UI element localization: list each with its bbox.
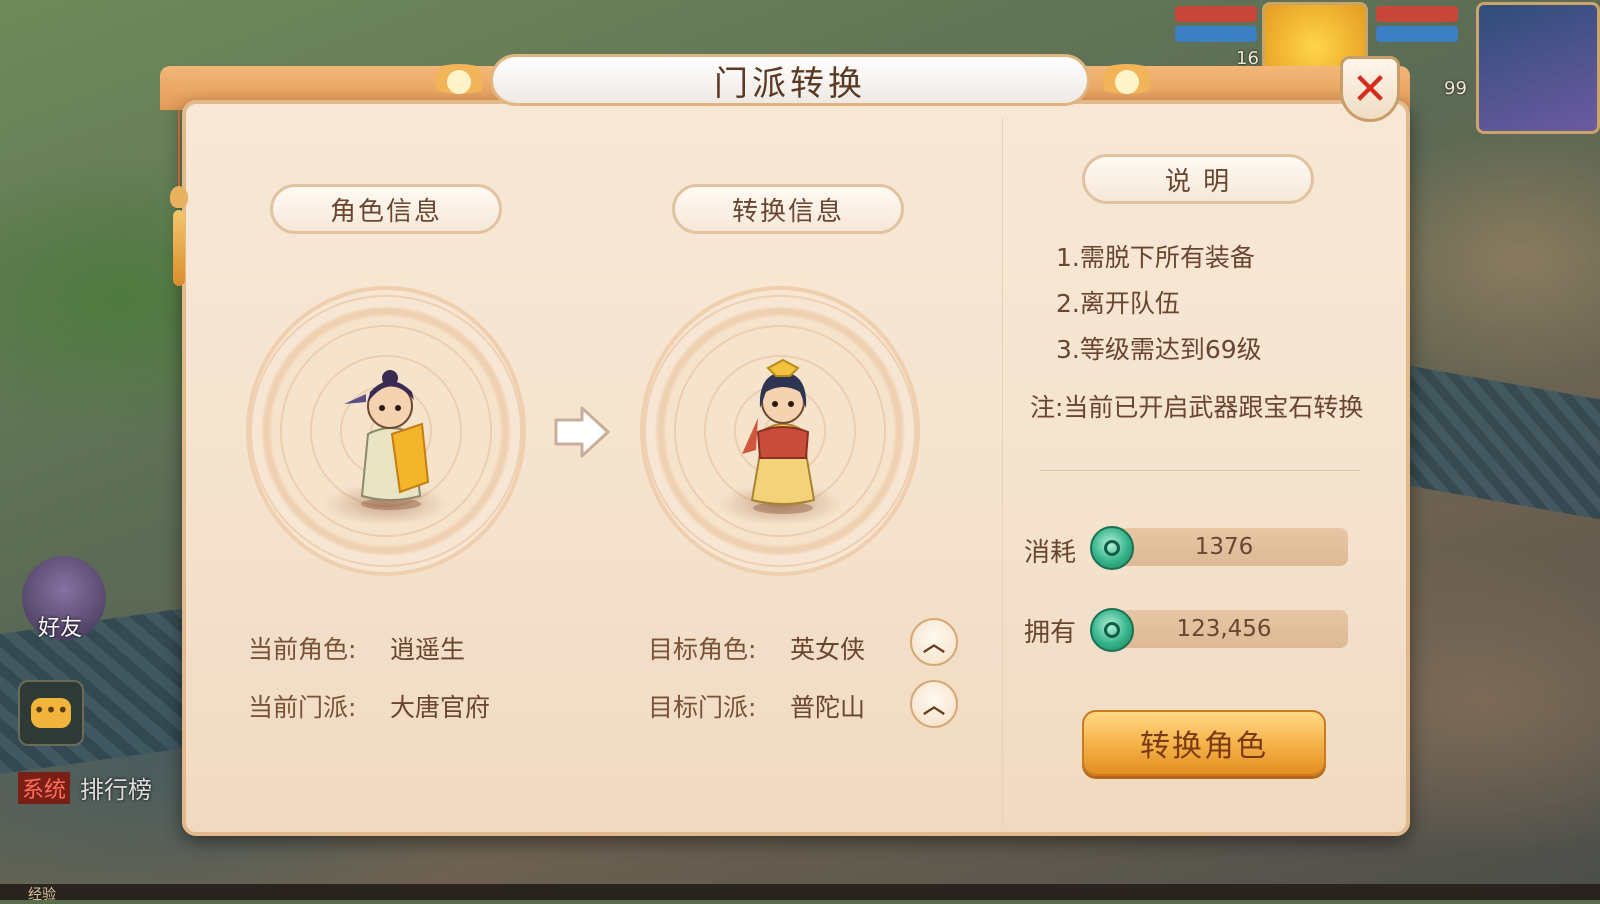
player-level: 99 <box>1444 78 1467 99</box>
target-role-select-button[interactable]: ︿ <box>910 618 958 666</box>
hp-bar <box>1175 6 1257 22</box>
chevron-up-icon: ︿ <box>922 632 945 657</box>
target-role-header: 转换信息 <box>672 184 904 234</box>
consume-amount: 1376 <box>1194 534 1254 560</box>
current-school-value: 大唐官府 <box>390 693 491 722</box>
explanation-header: 说 明 <box>1082 154 1314 204</box>
chat-icon: ••• <box>31 698 71 728</box>
chat-button[interactable]: ••• <box>18 680 84 746</box>
rule-item: 3.等级需达到69级 <box>1056 335 1262 364</box>
consume-amount-bar: 1376 <box>1100 528 1348 566</box>
chevron-up-icon: ︿ <box>922 694 945 719</box>
target-school-select-button[interactable]: ︿ <box>910 680 958 728</box>
current-role-header-label: 角色信息 <box>329 196 442 227</box>
transfer-role-button[interactable]: 转换角色 <box>1082 710 1326 776</box>
current-role-header: 角色信息 <box>270 184 502 234</box>
current-character-figure <box>344 370 430 510</box>
explanation-note: 注:当前已开启武器跟宝石转换 <box>1030 393 1364 422</box>
target-character-figure <box>742 358 816 514</box>
roof-tiles <box>1380 360 1600 520</box>
close-icon: ✕ <box>1351 63 1389 115</box>
section-divider <box>1040 470 1360 471</box>
dialog-title: 门派转换 <box>714 63 866 104</box>
column-divider <box>1002 118 1003 828</box>
own-label: 拥有 <box>1024 618 1077 648</box>
system-channel-tag: 系统 <box>18 772 71 804</box>
own-amount: 123,456 <box>1176 616 1272 642</box>
target-school-value: 普陀山 <box>790 693 866 722</box>
current-role-value: 逍遥生 <box>390 635 466 664</box>
tassel-ornament <box>170 110 188 286</box>
own-amount-bar: 123,456 <box>1100 610 1348 648</box>
player-portrait[interactable] <box>1476 2 1600 134</box>
explanation-header-label: 说 明 <box>1164 166 1232 197</box>
transfer-role-button-label: 转换角色 <box>1140 729 1268 764</box>
jade-coin-icon <box>1090 526 1134 570</box>
close-button[interactable]: ✕ <box>1340 56 1400 122</box>
current-role-label: 当前角色: <box>248 635 357 664</box>
chat-message-text: 排行榜 <box>80 776 152 804</box>
experience-bar <box>0 884 1600 900</box>
title-scroll: 门派转换 <box>490 54 1090 106</box>
mp-bar <box>1376 26 1458 42</box>
cloud-ornament-icon <box>1092 64 1162 94</box>
jade-coin-icon <box>1090 608 1134 652</box>
target-role-header-label: 转换信息 <box>731 196 844 227</box>
experience-label: 经验 <box>28 887 56 903</box>
current-school-label: 当前门派: <box>248 693 357 722</box>
target-role-label: 目标角色: <box>648 635 757 664</box>
hp-bar <box>1376 6 1458 22</box>
rule-item: 1.需脱下所有装备 <box>1056 243 1255 272</box>
arrow-right-icon <box>554 406 610 458</box>
mp-bar <box>1175 26 1257 42</box>
consume-label: 消耗 <box>1024 538 1077 568</box>
target-role-value: 英女侠 <box>790 635 866 664</box>
friend-label: 好友 <box>38 616 83 641</box>
rule-item: 2.离开队伍 <box>1056 289 1180 318</box>
cloud-ornament-icon <box>424 64 494 94</box>
target-school-label: 目标门派: <box>648 693 757 722</box>
